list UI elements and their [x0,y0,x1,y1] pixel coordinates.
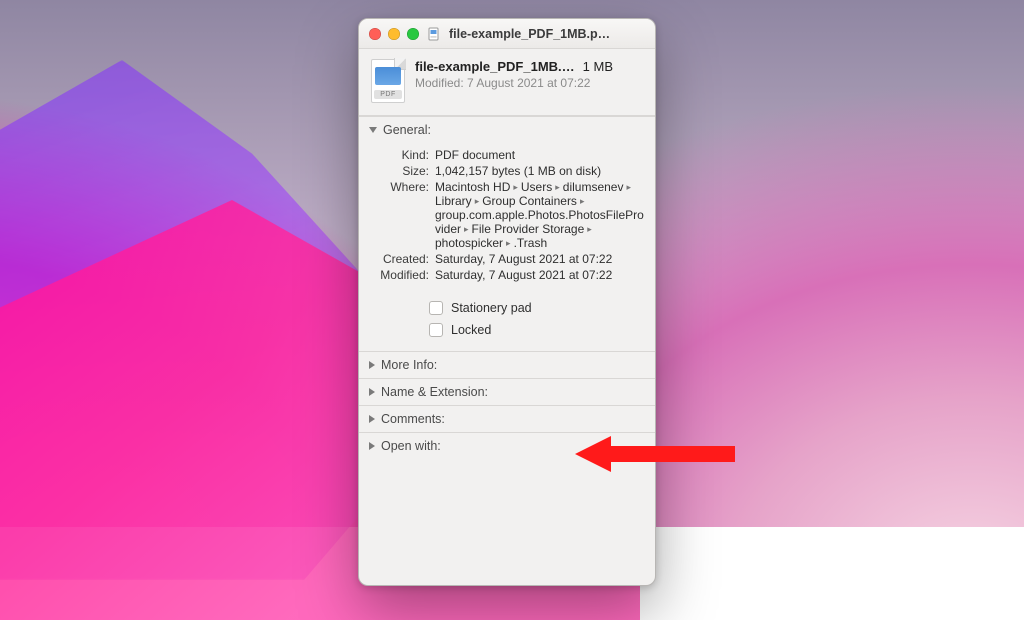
value-modified: Saturday, 7 August 2021 at 07:22 [435,268,645,282]
label-size: Size: [369,164,429,178]
section-name-extension: Name & Extension: [359,378,655,405]
section-title-comments: Comments: [381,412,445,426]
stationery-pad-checkbox[interactable] [429,301,443,315]
path-segment: Macintosh HD [435,180,510,194]
titlebar[interactable]: file-example_PDF_1MB.p… [359,19,655,49]
path-separator-icon: ▸ [510,182,521,193]
path-segment: File Provider Storage [472,222,585,236]
file-type-icon: PDF [371,59,405,103]
path-separator-icon: ▸ [584,224,595,235]
general-body: Kind: PDF document Size: 1,042,157 bytes… [359,143,655,293]
section-title-general: General: [383,123,431,137]
section-more-info: More Info: [359,351,655,378]
path-segment: .Trash [514,236,548,250]
chevron-right-icon [369,361,375,369]
chevron-right-icon [369,415,375,423]
value-where: Macintosh HD▸Users▸dilumsenev▸Library▸Gr… [435,180,645,250]
section-comments: Comments: [359,405,655,432]
section-general: General: Kind: PDF document Size: 1,042,… [359,116,655,351]
section-toggle-more-info[interactable]: More Info: [359,352,655,378]
stationery-pad-label[interactable]: Stationery pad [451,301,532,315]
path-separator-icon: ▸ [577,196,588,207]
path-separator-icon: ▸ [461,224,472,235]
label-created: Created: [369,252,429,266]
close-icon[interactable] [369,28,381,40]
section-title-name-extension: Name & Extension: [381,385,488,399]
path-separator-icon: ▸ [623,182,634,193]
path-segment: Group Containers [482,194,577,208]
zoom-icon[interactable] [407,28,419,40]
label-modified: Modified: [369,268,429,282]
proxy-document-icon[interactable] [427,27,441,41]
get-info-window: file-example_PDF_1MB.p… PDF file-example… [358,18,656,586]
section-title-open-with: Open with: [381,439,441,453]
chevron-right-icon [369,388,375,396]
section-toggle-comments[interactable]: Comments: [359,406,655,432]
chevron-down-icon [369,127,377,133]
label-kind: Kind: [369,148,429,162]
file-header: PDF file-example_PDF_1MB.… 1 MB Modified… [359,49,655,116]
path-segment: photospicker [435,236,503,250]
section-toggle-open-with[interactable]: Open with: [359,433,655,459]
label-where: Where: [369,180,429,194]
locked-checkbox[interactable] [429,323,443,337]
value-created: Saturday, 7 August 2021 at 07:22 [435,252,645,266]
window-title: file-example_PDF_1MB.p… [449,27,645,41]
window-controls [369,28,419,40]
chevron-right-icon [369,442,375,450]
section-title-more-info: More Info: [381,358,437,372]
section-toggle-general[interactable]: General: [359,117,655,143]
value-kind: PDF document [435,148,645,162]
locked-label[interactable]: Locked [451,323,491,337]
section-toggle-name-extension[interactable]: Name & Extension: [359,379,655,405]
path-separator-icon: ▸ [472,196,483,207]
path-segment: dilumsenev [563,180,624,194]
file-modified-subtitle: Modified: 7 August 2021 at 07:22 [415,76,643,90]
path-segment: Library [435,194,472,208]
path-separator-icon: ▸ [552,182,563,193]
path-separator-icon: ▸ [503,238,514,249]
general-checkboxes: Stationery pad Locked [359,293,655,351]
file-name: file-example_PDF_1MB.… [415,59,575,74]
value-size: 1,042,157 bytes (1 MB on disk) [435,164,645,178]
section-open-with: Open with: [359,432,655,459]
minimize-icon[interactable] [388,28,400,40]
file-size: 1 MB [583,59,613,74]
path-segment: Users [521,180,552,194]
